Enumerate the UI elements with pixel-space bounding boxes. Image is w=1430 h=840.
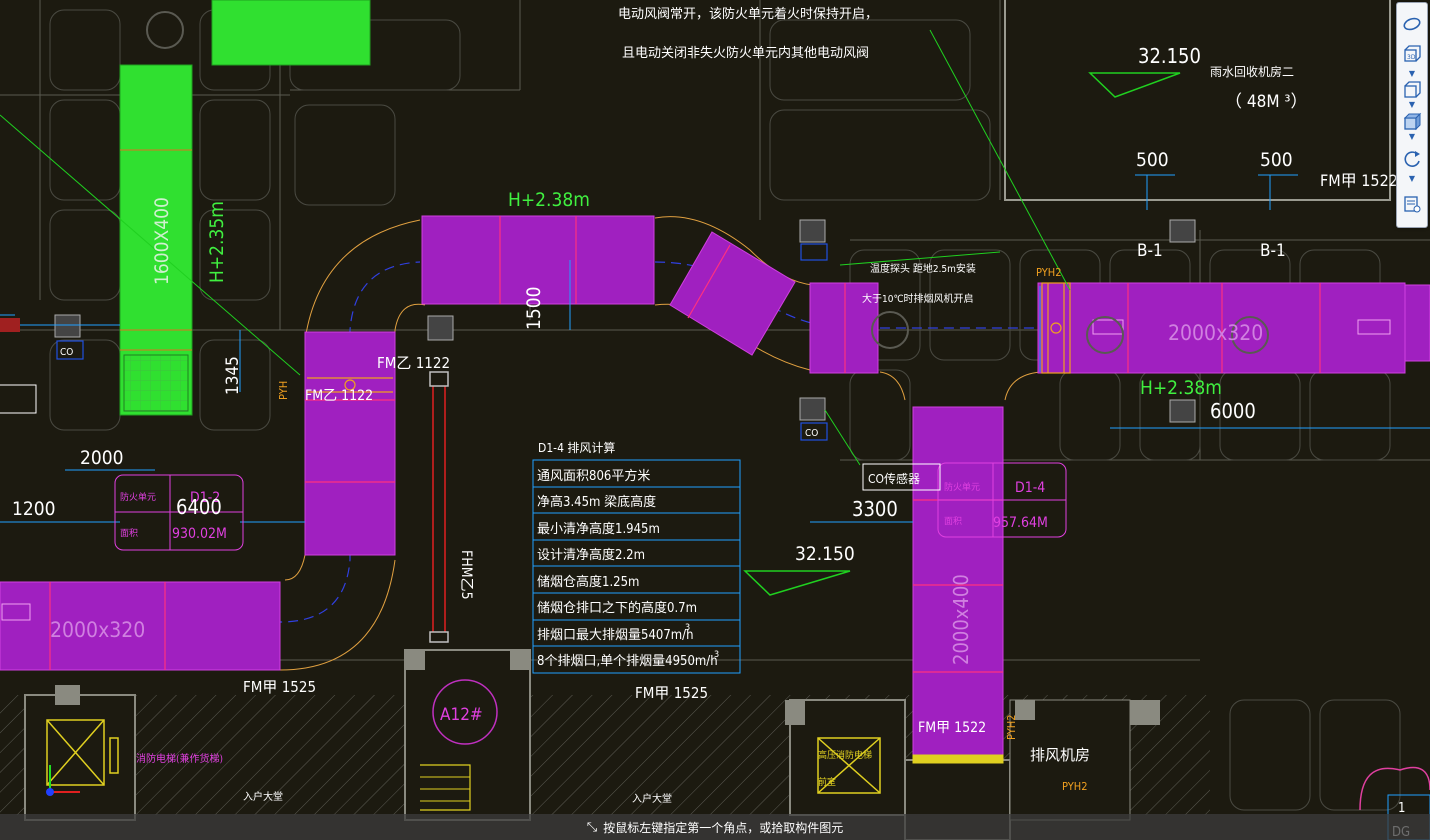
duct-2000x320-right: 2000x320 [1168, 321, 1263, 345]
fm-1525-mid: FM甲 1525 [635, 684, 708, 702]
properties-icon[interactable] [1400, 193, 1424, 215]
room-area: （ 48M ³） [1225, 92, 1308, 112]
table-row: 最小清净高度1.945m [537, 521, 660, 537]
d12-label-a: 防火单元 [120, 491, 156, 503]
dim-500-a: 500 [1136, 149, 1169, 171]
note-line-2: 且电动关闭非失火防火单元内其他电动风阀 [622, 45, 869, 61]
h238-top: H+2.38m [508, 189, 590, 211]
exhaust-room: 排风机房 [1030, 746, 1090, 764]
red-riser [429, 371, 449, 643]
view-3d-label: 3D [1407, 54, 1416, 61]
yellow-note-a: 高压消防电梯 [818, 749, 872, 761]
d14-label-b: 面积 [944, 515, 962, 527]
fm-1122-a: FM乙 1122 [377, 354, 450, 372]
table-row: 储烟仓高度1.25m [537, 574, 639, 590]
command-status-bar: ⤡ 按鼠标左键指定第一个角点，或拾取构件图元 [0, 814, 1430, 840]
dim-1200: 1200 [12, 498, 56, 520]
chevron-down-icon[interactable]: ▼ [1405, 70, 1419, 78]
room-walls [1004, 0, 1391, 201]
d14-area: 957.64M [993, 515, 1048, 531]
b1-b: B-1 [1260, 241, 1286, 261]
dim-1500: 1500 [523, 287, 545, 331]
cursor-cross-icon: ⤡ [586, 819, 598, 835]
orbit-icon[interactable] [1400, 13, 1424, 35]
table-row: 排烟口最大排烟量5407m/h [537, 628, 694, 643]
h235: H+2.35m [206, 201, 228, 283]
chevron-down-icon[interactable]: ▼ [1405, 175, 1419, 183]
duct-160x400: 1600X400 [151, 197, 173, 285]
pyh2-bottom: PYH2 [1062, 780, 1088, 793]
pink-curve [1359, 766, 1430, 811]
chevron-down-icon[interactable]: ▼ [1405, 101, 1419, 109]
table-title: D1-4 排风计算 [538, 440, 615, 455]
dim-3300: 3300 [852, 497, 898, 521]
table-row: 储烟仓排口之下的高度0.7m [537, 600, 697, 616]
left-edge-box [0, 384, 37, 414]
pyh2-bottom-vertical: PYH2 [1005, 714, 1018, 740]
dim-1345: 1345 [223, 356, 243, 395]
exhaust-note-b: 大于10℃时排烟风机开启 [862, 292, 974, 305]
duct-2000x400: 2000x400 [949, 574, 973, 665]
status-prompt: 按鼠标左键指定第一个角点，或拾取构件图元 [603, 820, 844, 835]
table-row: 通风面积806平方米 [537, 468, 650, 484]
dim-6000: 6000 [1210, 399, 1256, 423]
duct-6400: 6400 [176, 495, 222, 519]
rotate-icon[interactable] [1400, 148, 1424, 170]
table-sup-a: 3 [685, 623, 690, 633]
table-sup-b: 3 [714, 650, 719, 660]
bottom-structure [0, 649, 1210, 840]
table-row: 设计清净高度2.2m [537, 547, 645, 563]
duct-2000x320-left: 2000x320 [50, 618, 145, 642]
entrance-b: 入户大堂 [632, 792, 672, 805]
fhm-label: FHM乙5 [458, 550, 474, 600]
table-row: 净高3.45m 梁底高度 [537, 494, 656, 510]
d14-label-a: 防火单元 [944, 481, 980, 493]
pyh2-top: PYH2 [1036, 266, 1062, 279]
room-name: 雨水回收机房二 [1210, 64, 1294, 79]
b1-a: B-1 [1137, 241, 1163, 261]
view-toolbar: 3D ▼ ▼ ▼ ▼ [1396, 2, 1428, 228]
chevron-down-icon[interactable]: ▼ [1405, 133, 1419, 141]
co-sensor-label: CO传感器 [868, 471, 920, 486]
note-line-1: 电动风阀常开，该防火单元着火时保持开启， [618, 6, 878, 22]
elevation-top: 32.150 [1138, 44, 1201, 68]
view-3d-icon[interactable]: 3D [1400, 43, 1424, 65]
magenta-note: 消防电梯(兼作货梯) [136, 752, 223, 765]
a12-label: A12# [440, 705, 483, 725]
fm-1525-left: FM甲 1525 [243, 678, 316, 696]
dim-2000: 2000 [80, 447, 124, 469]
h238-right: H+2.38m [1140, 377, 1222, 399]
cad-drawing-canvas[interactable]: 电动风阀常开，该防火单元着火时保持开启， 且电动关闭非失火防火单元内其他电动风阀… [0, 0, 1430, 840]
co-left: CO [60, 347, 73, 358]
co-mid: CO [805, 428, 818, 439]
d12-label-b: 面积 [120, 527, 138, 539]
cube-solid-icon[interactable] [1400, 111, 1424, 133]
fm-1522-bottom: FM甲 1522 [918, 720, 986, 736]
yellow-note-b: 前室 [818, 776, 836, 788]
d12-area: 930.02M [172, 526, 227, 542]
exhaust-note-a: 温度探头 距地2.5m安装 [870, 262, 976, 275]
fm-1522-top: FM甲 1522 [1320, 171, 1398, 190]
fm-1122-b: FM乙 1122 [305, 388, 373, 404]
pyh-left: PYH [277, 381, 290, 400]
table-row: 8个排烟口,单个排烟量4950m/h [537, 654, 718, 669]
red-block [0, 318, 20, 332]
elevation-mid: 32.150 [795, 543, 855, 565]
entrance-a: 入户大堂 [243, 790, 283, 803]
d14-name: D1-4 [1015, 480, 1045, 496]
cube-outline-icon[interactable] [1400, 79, 1424, 101]
dim-500-b: 500 [1260, 149, 1293, 171]
